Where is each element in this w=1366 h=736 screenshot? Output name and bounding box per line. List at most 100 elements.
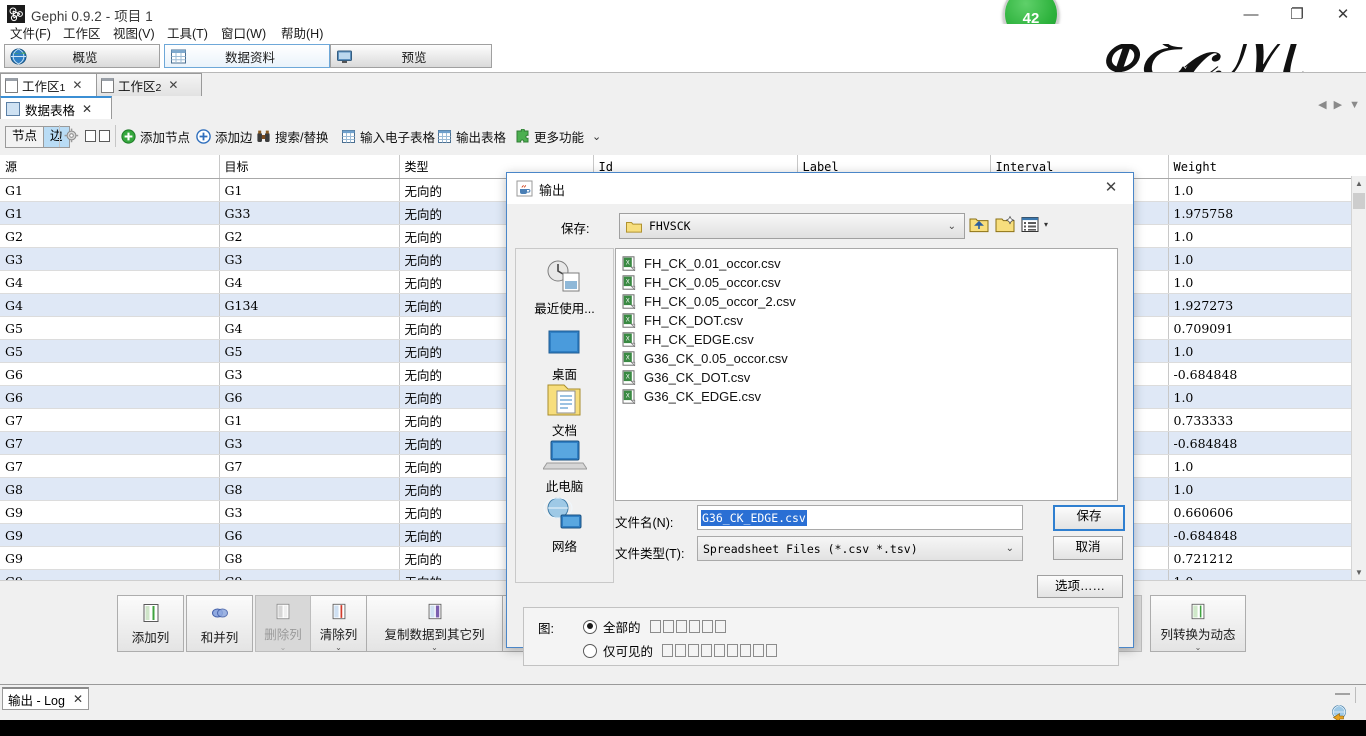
- cell-source[interactable]: G1: [0, 179, 219, 202]
- settings-gear-icon[interactable]: [64, 128, 79, 143]
- cell-source[interactable]: G7: [0, 432, 219, 455]
- file-item[interactable]: XG36_CK_EDGE.csv: [616, 387, 1117, 406]
- view-list-icon[interactable]: [1021, 215, 1041, 234]
- cancel-button[interactable]: 取消: [1053, 536, 1123, 560]
- toggle-nodes[interactable]: 节点: [6, 127, 43, 147]
- cell-weight[interactable]: 1.0: [1168, 340, 1366, 363]
- cell-source[interactable]: G4: [0, 294, 219, 317]
- mode-button-preview[interactable]: 预览: [330, 44, 492, 68]
- cell-weight[interactable]: 1.0: [1168, 248, 1366, 271]
- cell-target[interactable]: G3: [219, 501, 399, 524]
- cell-target[interactable]: G2: [219, 225, 399, 248]
- column-header-target[interactable]: 目标: [219, 155, 399, 179]
- place-item-2[interactable]: 文档: [516, 379, 613, 439]
- filetype-select[interactable]: Spreadsheet Files (*.csv *.tsv) ⌄: [697, 536, 1023, 561]
- tab-output-log[interactable]: 输出 - Log ✕: [2, 687, 89, 710]
- cell-source[interactable]: G1: [0, 202, 219, 225]
- cell-source[interactable]: G9: [0, 570, 219, 581]
- cell-source[interactable]: G6: [0, 363, 219, 386]
- chevron-down-icon[interactable]: ⌄: [431, 644, 438, 651]
- cell-target[interactable]: G3: [219, 248, 399, 271]
- search-replace-button[interactable]: 搜索/替换: [256, 125, 328, 147]
- radio-all-graph[interactable]: 全部的: [583, 617, 726, 636]
- place-item-4[interactable]: 网络: [516, 495, 613, 555]
- chevron-down-icon[interactable]: ⌄: [280, 644, 287, 651]
- column-header-source[interactable]: 源: [0, 155, 219, 179]
- file-item[interactable]: XG36_CK_DOT.csv: [616, 368, 1117, 387]
- cell-target[interactable]: G4: [219, 271, 399, 294]
- more-functions-button[interactable]: 更多功能: [515, 125, 584, 147]
- scroll-down-icon[interactable]: ▼: [1352, 565, 1366, 580]
- cell-target[interactable]: G9: [219, 570, 399, 581]
- dialog-close-icon[interactable]: ✕: [1099, 177, 1123, 199]
- import-spreadsheet-button[interactable]: 输入电子表格: [341, 125, 435, 147]
- menu-window[interactable]: 窗口(W): [216, 24, 271, 44]
- tab-data-table[interactable]: 数据表格 ✕: [0, 96, 112, 121]
- cell-weight[interactable]: -0.684848: [1168, 432, 1366, 455]
- file-item[interactable]: XFH_CK_EDGE.csv: [616, 330, 1117, 349]
- log-minimize-icon[interactable]: —: [1335, 685, 1350, 702]
- workspace-tab-2[interactable]: 工作区2 ✕: [96, 73, 202, 96]
- workspace-tab-1-close-icon[interactable]: ✕: [72, 78, 82, 92]
- column-header-weight[interactable]: Weight: [1168, 155, 1366, 179]
- cell-weight[interactable]: 1.0: [1168, 570, 1366, 581]
- cell-source[interactable]: G9: [0, 501, 219, 524]
- cell-weight[interactable]: 1.0: [1168, 225, 1366, 248]
- menu-workspace[interactable]: 工作区: [58, 24, 106, 44]
- cell-weight[interactable]: 1.0: [1168, 271, 1366, 294]
- cell-source[interactable]: G3: [0, 248, 219, 271]
- tab-data-table-close-icon[interactable]: ✕: [82, 102, 92, 116]
- file-item[interactable]: XFH_CK_0.05_occor_2.csv: [616, 292, 1117, 311]
- add-node-button[interactable]: 添加节点: [121, 125, 190, 147]
- folder-up-icon[interactable]: [969, 215, 989, 234]
- cell-source[interactable]: G5: [0, 340, 219, 363]
- cell-source[interactable]: G9: [0, 547, 219, 570]
- cell-source[interactable]: G8: [0, 478, 219, 501]
- add-edge-button[interactable]: 添加边: [196, 125, 253, 147]
- export-table-button[interactable]: 输出表格: [437, 125, 506, 147]
- scrollbar-thumb[interactable]: [1353, 193, 1365, 209]
- cell-source[interactable]: G6: [0, 386, 219, 409]
- column-op-button-3[interactable]: 清除列⌄: [311, 595, 367, 652]
- menu-help[interactable]: 帮助(H): [276, 24, 328, 44]
- mode-button-overview[interactable]: 概览: [4, 44, 160, 68]
- two-columns-icon[interactable]: [85, 130, 110, 142]
- cell-source[interactable]: G4: [0, 271, 219, 294]
- file-item[interactable]: XFH_CK_DOT.csv: [616, 311, 1117, 330]
- cell-target[interactable]: G8: [219, 478, 399, 501]
- cell-weight[interactable]: 1.0: [1168, 455, 1366, 478]
- workspace-tab-2-close-icon[interactable]: ✕: [168, 78, 178, 92]
- cell-weight[interactable]: 0.733333: [1168, 409, 1366, 432]
- options-button[interactable]: 选项……: [1037, 575, 1123, 598]
- export-save-dialog[interactable]: 输出 ✕ 保存: FHVSCK ⌄ ▾ 最近使用...桌面文档此电脑网络 XFH…: [506, 172, 1134, 648]
- mode-button-data-laboratory[interactable]: 数据资料: [164, 44, 330, 68]
- cell-weight[interactable]: -0.684848: [1168, 524, 1366, 547]
- cell-source[interactable]: G7: [0, 455, 219, 478]
- save-in-combo[interactable]: FHVSCK ⌄: [619, 213, 965, 239]
- tab-scroll-arrows[interactable]: ◀ ▶ ▼: [1318, 98, 1362, 111]
- chevron-down-icon[interactable]: ⌄: [1195, 644, 1202, 651]
- view-list-caret-icon[interactable]: ▾: [1044, 220, 1048, 229]
- cell-weight[interactable]: 0.709091: [1168, 317, 1366, 340]
- cell-source[interactable]: G7: [0, 409, 219, 432]
- cell-target[interactable]: G134: [219, 294, 399, 317]
- column-op-button-0[interactable]: 添加列: [117, 595, 184, 652]
- more-functions-caret-icon[interactable]: ⌄: [592, 125, 601, 147]
- cell-source[interactable]: G5: [0, 317, 219, 340]
- menu-file[interactable]: 文件(F): [5, 24, 56, 44]
- cell-target[interactable]: G6: [219, 386, 399, 409]
- cell-target[interactable]: G1: [219, 179, 399, 202]
- cell-weight[interactable]: 0.660606: [1168, 501, 1366, 524]
- file-item[interactable]: XFH_CK_0.05_occor.csv: [616, 273, 1117, 292]
- cell-weight[interactable]: 1.0: [1168, 386, 1366, 409]
- place-item-3[interactable]: 此电脑: [516, 435, 613, 495]
- radio-visible-only[interactable]: 仅可见的: [583, 641, 777, 660]
- file-item[interactable]: XG36_CK_0.05_occor.csv: [616, 349, 1117, 368]
- cell-weight[interactable]: 1.0: [1168, 179, 1366, 202]
- column-op-button-10[interactable]: 列转换为动态⌄: [1150, 595, 1246, 652]
- column-op-button-1[interactable]: 和并列: [186, 595, 253, 652]
- place-item-0[interactable]: 最近使用...: [516, 257, 613, 317]
- place-item-1[interactable]: 桌面: [516, 323, 613, 383]
- file-item[interactable]: XFH_CK_0.01_occor.csv: [616, 254, 1117, 273]
- cell-target[interactable]: G7: [219, 455, 399, 478]
